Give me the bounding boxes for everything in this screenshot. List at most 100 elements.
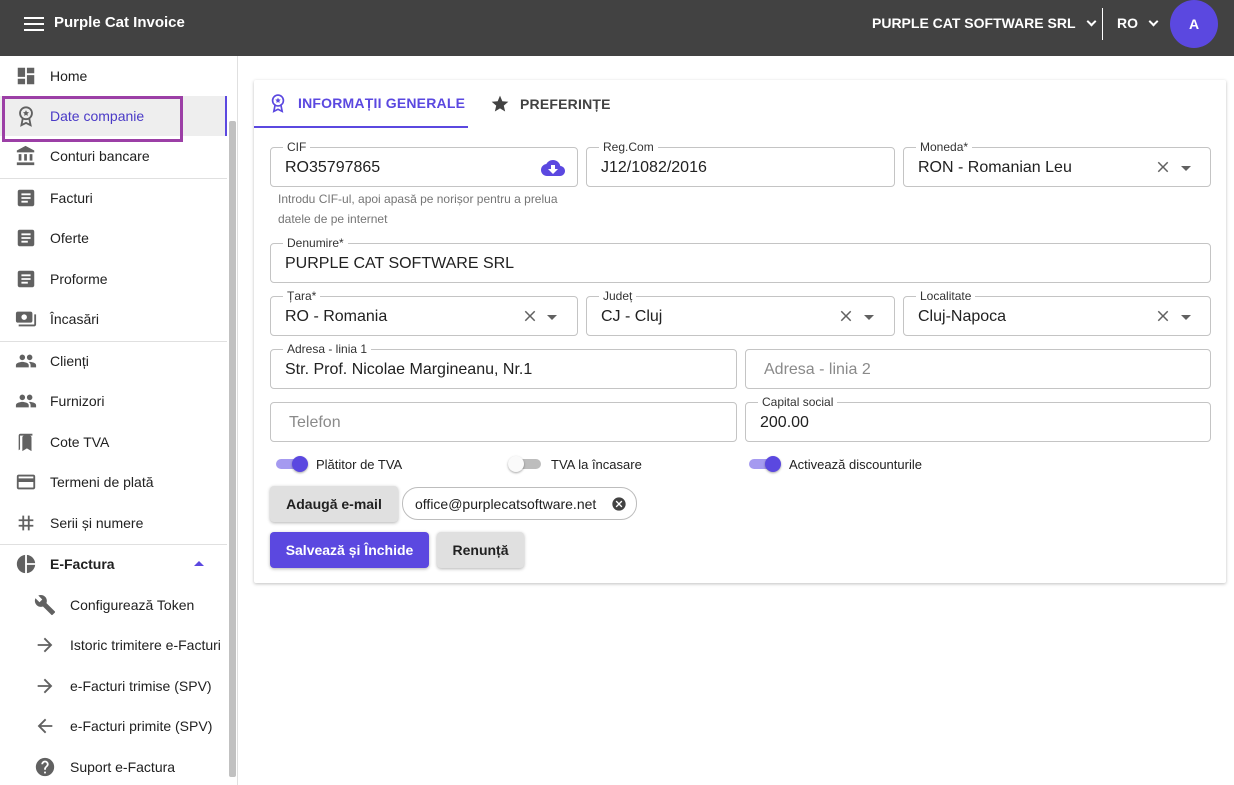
sidebar-item-configure-token[interactable]: Configurează Token xyxy=(0,585,227,625)
company-name: PURPLE CAT SOFTWARE SRL xyxy=(872,15,1076,31)
regcom-field[interactable]: Reg.Com J12/1082/2016 xyxy=(586,141,895,187)
sidebar-item-home[interactable]: Home xyxy=(0,56,227,96)
sidebar-item-label: Furnizori xyxy=(50,393,105,409)
sidebar-item-payments[interactable]: Încasări xyxy=(0,299,227,339)
sidebar-item-suppliers[interactable]: Furnizori xyxy=(0,381,227,421)
sidebar-item-invoices[interactable]: Facturi xyxy=(0,178,227,218)
add-email-button[interactable]: Adaugă e-mail xyxy=(270,486,398,522)
field-placeholder: Telefon xyxy=(289,414,341,431)
cash-icon xyxy=(15,311,37,327)
field-label: Reg.Com xyxy=(599,141,658,153)
dropdown-arrow-icon[interactable] xyxy=(1181,315,1191,320)
pie-icon xyxy=(16,554,36,574)
vat-on-collection-toggle[interactable]: TVA la încasare xyxy=(508,456,642,472)
clear-icon[interactable] xyxy=(1154,158,1172,176)
people-icon xyxy=(15,354,37,368)
wrench-icon xyxy=(34,595,56,616)
tab-general-info[interactable]: INFORMAȚII GENERALE xyxy=(254,80,468,128)
sidebar-item-clients[interactable]: Clienți xyxy=(0,341,227,381)
remove-chip-icon[interactable] xyxy=(611,496,627,512)
sidebar-item-efactura[interactable]: E-Factura xyxy=(0,544,227,584)
toggle-knob xyxy=(765,456,781,472)
sidebar-item-label: Oferte xyxy=(50,230,89,246)
field-value: Cluj-Napoca xyxy=(918,308,1007,325)
field-label: Adresa - linia 1 xyxy=(283,343,372,355)
cif-helper-text: Introdu CIF-ul, apoi apasă pe norișor pe… xyxy=(278,192,558,226)
country-select[interactable]: Țara* RO - Romania xyxy=(270,290,578,336)
language-code: RO xyxy=(1117,15,1138,31)
tab-label: INFORMAȚII GENERALE xyxy=(298,95,466,111)
chevron-down-icon xyxy=(1148,16,1159,26)
sidebar-scrollbar[interactable] xyxy=(229,121,236,777)
sidebar-item-vat-rates[interactable]: Cote TVA xyxy=(0,422,227,462)
city-select[interactable]: Localitate Cluj-Napoca xyxy=(903,290,1211,336)
field-value: PURPLE CAT SOFTWARE SRL xyxy=(285,255,515,272)
clear-icon[interactable] xyxy=(1154,307,1172,325)
sidebar-item-efactura-history[interactable]: Istoric trimitere e-Facturi xyxy=(0,625,227,665)
dropdown-arrow-icon[interactable] xyxy=(864,315,874,320)
save-and-close-button[interactable]: Salvează și Închide xyxy=(270,532,429,568)
avatar[interactable]: A xyxy=(1170,0,1218,48)
sidebar-item-efactura-received[interactable]: e-Facturi primite (SPV) xyxy=(0,706,227,746)
sidebar-item-bank-accounts[interactable]: Conturi bancare xyxy=(0,136,227,176)
credit-card-icon xyxy=(16,474,36,490)
field-label: Moneda* xyxy=(916,141,973,153)
menu-icon[interactable] xyxy=(24,17,44,31)
dropdown-arrow-icon[interactable] xyxy=(1181,166,1191,171)
field-value: RON - Romanian Leu xyxy=(918,159,1072,176)
field-value: J12/1082/2016 xyxy=(601,159,707,176)
sidebar-item-offers[interactable]: Oferte xyxy=(0,218,227,258)
capital-field[interactable]: Capital social 200.00 xyxy=(745,396,1211,442)
toggle-label: TVA la încasare xyxy=(551,456,642,472)
tab-preferences[interactable]: PREFERINȚE xyxy=(490,80,611,128)
sidebar-item-label: Suport e-Factura xyxy=(70,759,176,775)
sidebar-item-label: Termeni de plată xyxy=(50,474,154,490)
field-label: Capital social xyxy=(758,396,838,408)
sidebar-item-label: Cote TVA xyxy=(50,434,110,450)
arrow-left-icon xyxy=(37,718,53,734)
language-selector[interactable]: RO xyxy=(1117,14,1159,32)
currency-select[interactable]: Moneda* RON - Romanian Leu xyxy=(903,141,1211,187)
field-placeholder: Adresa - linia 2 xyxy=(764,361,871,378)
cif-field[interactable]: CIF RO35797865 xyxy=(270,141,578,187)
county-select[interactable]: Județ CJ - Cluj xyxy=(586,290,895,336)
field-label: Județ xyxy=(599,290,637,302)
cancel-button[interactable]: Renunță xyxy=(437,532,524,568)
vat-payer-toggle[interactable]: Plătitor de TVA xyxy=(276,456,402,472)
star-icon xyxy=(491,95,509,112)
app-title: Purple Cat Invoice xyxy=(54,14,185,31)
top-app-bar: Purple Cat Invoice PURPLE CAT SOFTWARE S… xyxy=(0,0,1234,56)
clear-icon[interactable] xyxy=(837,307,855,325)
sidebar-item-label: Conturi bancare xyxy=(50,148,150,164)
dropdown-arrow-icon[interactable] xyxy=(547,315,557,320)
address-line2-field[interactable]: Adresa - linia 2 xyxy=(745,349,1211,389)
field-label: Țara* xyxy=(283,290,321,302)
toggle-knob xyxy=(292,456,308,472)
sidebar-item-payment-terms[interactable]: Termeni de plată xyxy=(0,462,227,502)
discounts-toggle[interactable]: Activează discounturile xyxy=(749,456,922,472)
sidebar-item-label: Home xyxy=(50,68,88,84)
sidebar-item-proforma[interactable]: Proforme xyxy=(0,259,227,299)
clear-icon[interactable] xyxy=(521,307,539,325)
sidebar-item-efactura-support[interactable]: Suport e-Factura xyxy=(0,747,227,785)
arrow-right-icon xyxy=(37,637,53,653)
sidebar-item-label: Încasări xyxy=(50,311,100,327)
sidebar-item-label: Serii și numere xyxy=(50,515,144,531)
sidebar-item-series[interactable]: Serii și numere xyxy=(0,503,227,543)
sidebar-item-efactura-sent[interactable]: e-Facturi trimise (SPV) xyxy=(0,666,227,706)
topbar-divider xyxy=(1102,8,1103,40)
chevron-up-icon[interactable] xyxy=(194,561,204,566)
phone-field[interactable]: Telefon xyxy=(270,402,737,442)
company-name-field[interactable]: Denumire* PURPLE CAT SOFTWARE SRL xyxy=(270,237,1211,283)
field-label: Denumire* xyxy=(283,237,348,249)
address-line1-field[interactable]: Adresa - linia 1 Str. Prof. Nicolae Marg… xyxy=(270,343,737,389)
field-value: RO35797865 xyxy=(285,159,381,176)
field-value: RO - Romania xyxy=(285,308,388,325)
sidebar-item-label: E-Factura xyxy=(50,556,115,572)
sidebar-item-label: e-Facturi trimise (SPV) xyxy=(70,678,212,694)
cloud-download-icon[interactable] xyxy=(541,156,565,180)
toggle-knob xyxy=(508,456,524,472)
company-selector[interactable]: PURPLE CAT SOFTWARE SRL xyxy=(872,14,1096,32)
hash-icon xyxy=(18,515,34,531)
sidebar-item-label: Configurează Token xyxy=(70,597,195,613)
